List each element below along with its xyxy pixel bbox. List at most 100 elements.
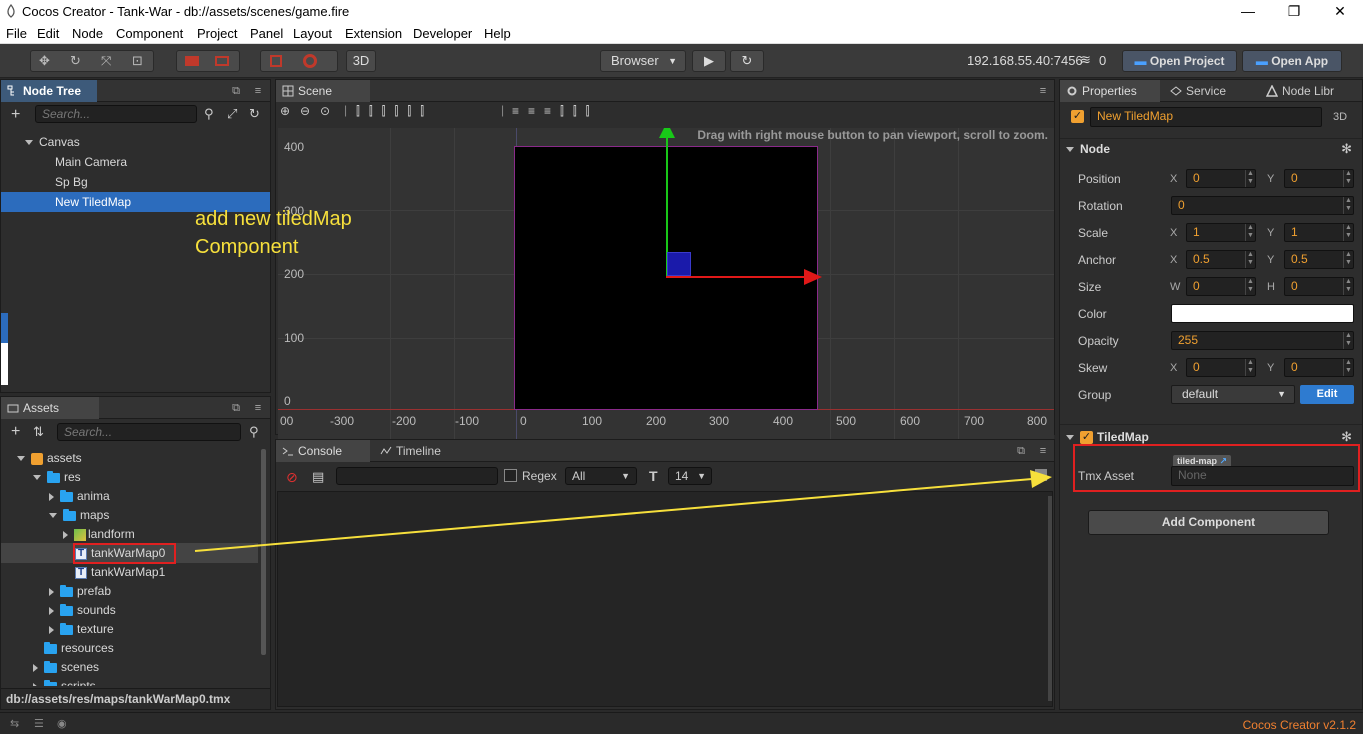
mode-3d-button[interactable]: 3D <box>346 50 376 72</box>
tiledmap-enabled-checkbox[interactable]: ✓ <box>1080 431 1093 445</box>
stepper-icon[interactable]: ▲ ▼ <box>1245 251 1255 268</box>
assets-scrollbar[interactable] <box>261 449 266 655</box>
gizmo-icon[interactable] <box>303 54 317 68</box>
skew-y-input[interactable]: 0 ▲ ▼ <box>1284 358 1354 377</box>
opacity-input[interactable]: 255 ▲ ▼ <box>1171 331 1354 350</box>
search-icon[interactable]: ⚲ <box>204 106 214 122</box>
tab-service[interactable]: Service <box>1164 80 1256 102</box>
collapse-icon[interactable] <box>1035 469 1047 481</box>
scale-y-input[interactable]: 1 ▲ ▼ <box>1284 223 1354 242</box>
gizmo-x-axis[interactable] <box>666 276 806 278</box>
node-search-input[interactable]: Search... <box>35 105 197 123</box>
asset-item-tankwarmap1[interactable]: TtankWarMap1 <box>1 562 165 582</box>
console-filter-input[interactable] <box>336 467 498 485</box>
database-icon[interactable]: ☰ <box>34 717 44 730</box>
distribute-tools-icon[interactable]: ≡≡≡⫿⫿⫿ <box>512 104 599 119</box>
external-link-icon[interactable]: ↗ <box>1220 456 1228 466</box>
group-edit-button[interactable]: Edit <box>1300 385 1354 404</box>
stepper-icon[interactable]: ▲ ▼ <box>1245 224 1255 241</box>
menu-node[interactable]: Node <box>72 26 103 41</box>
stepper-icon[interactable]: ▲ ▼ <box>1245 170 1255 187</box>
sort-icon[interactable]: ⇅ <box>33 424 44 440</box>
menu-icon[interactable]: ≡ <box>251 401 265 415</box>
color-swatch[interactable] <box>1171 304 1354 323</box>
menu-icon[interactable]: ≡ <box>1036 84 1050 98</box>
tab-scene[interactable]: Scene <box>276 80 370 102</box>
tab-node-tree[interactable]: Node Tree <box>1 80 97 102</box>
gizmo-y-arrow-icon[interactable] <box>659 128 675 138</box>
menu-layout[interactable]: Layout <box>293 26 332 41</box>
menu-panel[interactable]: Panel <box>250 26 283 41</box>
size-w-input[interactable]: 0 ▲ ▼ <box>1186 277 1256 296</box>
settings-gear-icon[interactable]: ✻ <box>1341 141 1352 157</box>
move-tool-icon[interactable]: ✥ <box>39 51 50 71</box>
coordinate-mode-icon[interactable] <box>215 56 229 66</box>
search-icon[interactable]: ⚲ <box>249 424 259 440</box>
align-tools-icon[interactable]: ⫿⫿⫿⫿⫿⫿ <box>356 104 433 119</box>
asset-item-landform[interactable]: landform <box>1 524 135 544</box>
gizmo-center-handle[interactable] <box>667 252 691 276</box>
menu-developer[interactable]: Developer <box>413 26 472 41</box>
skew-x-input[interactable]: 0 ▲ ▼ <box>1186 358 1256 377</box>
open-app-button[interactable]: ▬ Open App <box>1242 50 1342 72</box>
stepper-icon[interactable]: ▲ ▼ <box>1245 359 1255 376</box>
pivot-mode-icon[interactable] <box>185 56 199 66</box>
rotate-tool-icon[interactable]: ↻ <box>70 51 81 71</box>
minimize-button[interactable]: — <box>1225 0 1271 23</box>
node-name-input[interactable]: New TiledMap <box>1090 107 1322 127</box>
tab-properties[interactable]: Properties <box>1060 80 1160 102</box>
node-section-header[interactable]: Node ✻ <box>1060 138 1362 158</box>
menu-edit[interactable]: Edit <box>37 26 59 41</box>
console-scrollbar[interactable] <box>1048 496 1052 701</box>
tab-assets[interactable]: Assets <box>1 397 99 419</box>
asset-search-input[interactable]: Search... <box>57 423 241 441</box>
open-project-button[interactable]: ▬ Open Project <box>1122 50 1237 72</box>
tree-item-main-camera[interactable]: Main Camera <box>1 152 270 172</box>
console-output[interactable] <box>277 491 1053 707</box>
close-button[interactable]: ✕ <box>1317 0 1363 23</box>
stepper-icon[interactable]: ▲ ▼ <box>1343 332 1353 349</box>
asset-item-res[interactable]: res <box>1 467 81 487</box>
refresh-icon[interactable]: ↻ <box>249 106 260 122</box>
scale-x-input[interactable]: 1 ▲ ▼ <box>1186 223 1256 242</box>
preview-target-select[interactable]: Browser ▼ <box>600 50 686 72</box>
eye-icon[interactable]: ◉ <box>57 717 67 730</box>
asset-item-scripts[interactable]: scripts <box>1 676 96 686</box>
asset-item-sounds[interactable]: sounds <box>1 600 116 620</box>
zoom-out-icon[interactable]: ⊖ <box>300 104 310 118</box>
popout-icon[interactable]: ⧉ <box>1014 444 1028 458</box>
stepper-icon[interactable]: ▲ ▼ <box>1343 170 1353 187</box>
gizmo-x-arrow-icon[interactable] <box>804 269 822 285</box>
position-y-input[interactable]: 0 ▲ ▼ <box>1284 169 1354 188</box>
zoom-in-icon[interactable]: ⊕ <box>280 104 290 118</box>
menu-file[interactable]: File <box>6 26 27 41</box>
stepper-icon[interactable]: ▲ ▼ <box>1343 278 1353 295</box>
popout-icon[interactable]: ⧉ <box>229 84 243 98</box>
asset-item-resources[interactable]: resources <box>1 638 114 658</box>
expand-icon[interactable]: ⤢ <box>227 106 237 122</box>
play-button[interactable]: ▶ <box>692 50 726 72</box>
asset-item-texture[interactable]: texture <box>1 619 114 639</box>
scale-tool-icon[interactable]: ⤧ <box>101 51 111 71</box>
stepper-icon[interactable]: ▲ ▼ <box>1343 224 1353 241</box>
menu-icon[interactable]: ≡ <box>1036 444 1050 458</box>
anchor-x-input[interactable]: 0.5 ▲ ▼ <box>1186 250 1256 269</box>
anchor-y-input[interactable]: 0.5 ▲ ▼ <box>1284 250 1354 269</box>
group-select[interactable]: default ▼ <box>1171 385 1295 404</box>
regex-checkbox[interactable] <box>504 469 517 482</box>
zoom-reset-icon[interactable]: ⊙ <box>320 104 330 118</box>
tab-timeline[interactable]: Timeline <box>374 440 474 462</box>
position-x-input[interactable]: 0 ▲ ▼ <box>1186 169 1256 188</box>
stepper-icon[interactable]: ▲ ▼ <box>1343 359 1353 376</box>
log-level-select[interactable]: All ▼ <box>565 467 637 485</box>
tab-console[interactable]: Console <box>276 440 370 462</box>
rect-tool-icon[interactable]: ⊡ <box>132 51 143 71</box>
size-h-input[interactable]: 0 ▲ ▼ <box>1284 277 1354 296</box>
tree-item-sp-bg[interactable]: Sp Bg <box>1 172 270 192</box>
asset-item-prefab[interactable]: prefab <box>1 581 111 601</box>
tree-item-canvas[interactable]: Canvas <box>1 132 270 152</box>
font-size-select[interactable]: 14 ▼ <box>668 467 712 485</box>
sync-icon[interactable]: ⇆ <box>10 717 19 730</box>
log-file-icon[interactable]: ▤ <box>312 469 324 485</box>
restore-button[interactable]: ❐ <box>1271 0 1317 23</box>
